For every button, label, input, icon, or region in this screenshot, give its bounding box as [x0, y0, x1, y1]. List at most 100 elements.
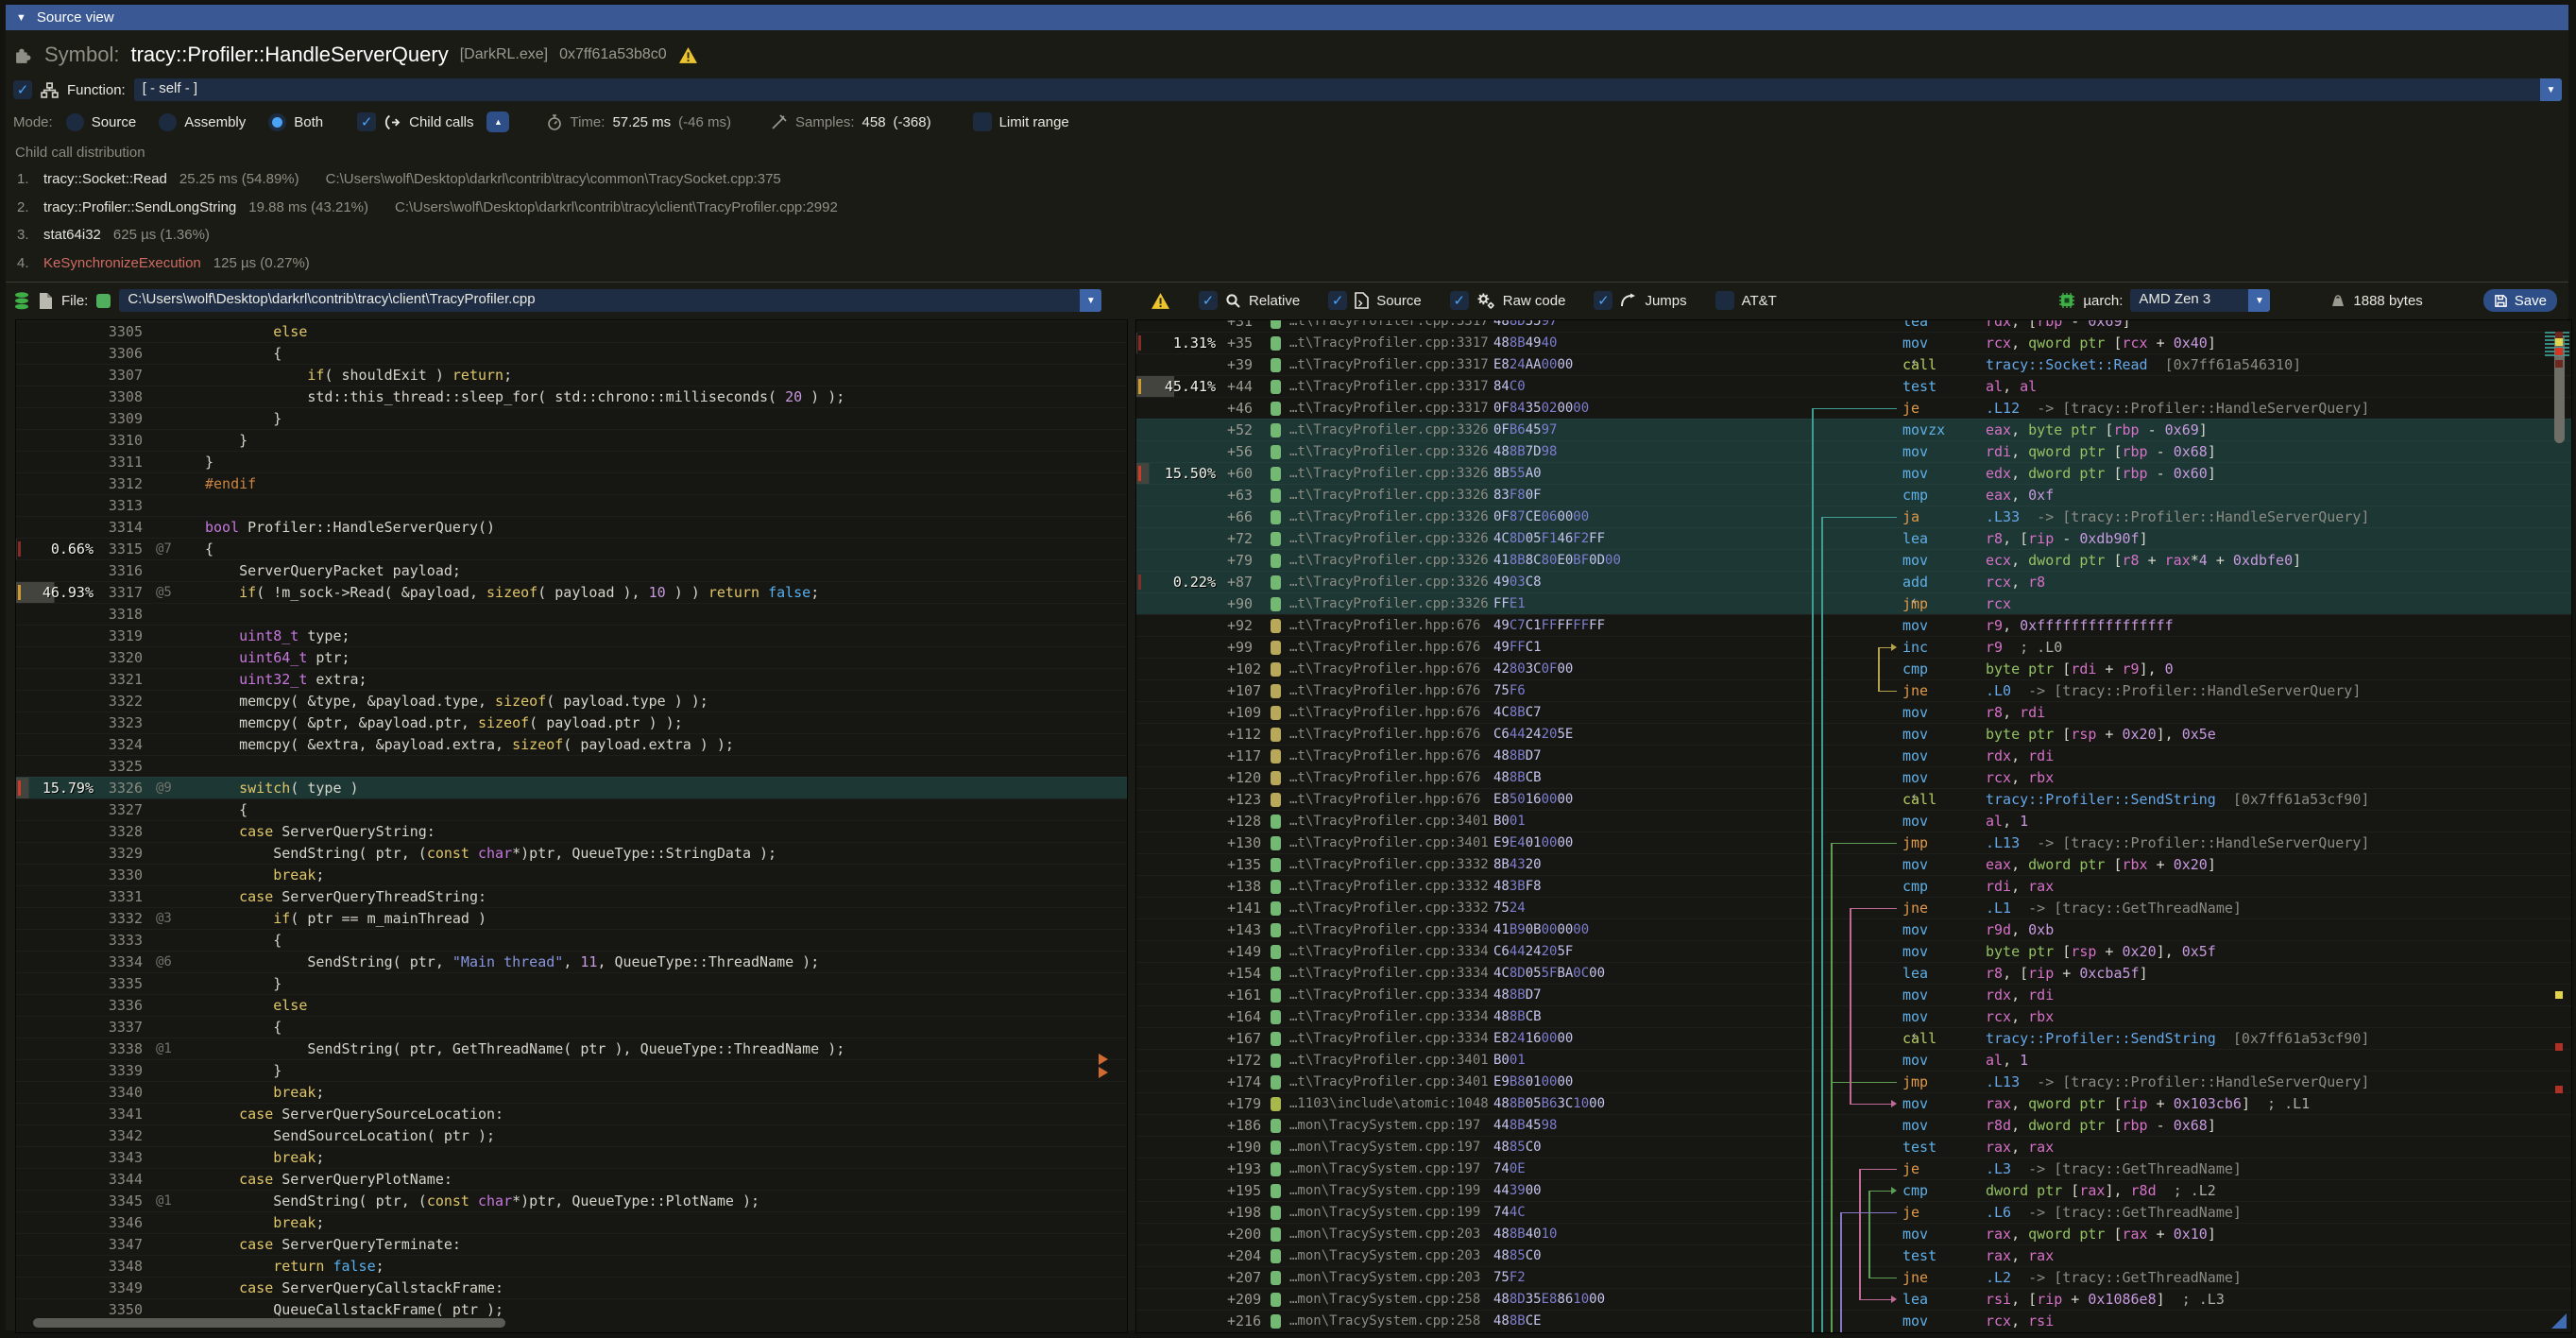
- source-line[interactable]: 3307 if( shouldExit ) return;: [16, 364, 1127, 386]
- checkbox[interactable]: [1594, 291, 1612, 310]
- asm-row[interactable]: +209…mon\TracySystem.cpp:258488D35E88610…: [1136, 1288, 2571, 1310]
- asm-source-location[interactable]: …t\TracyProfiler.cpp:3332: [1289, 901, 1493, 916]
- function-select[interactable]: [ - self - ] ▼: [134, 78, 2562, 101]
- source-line[interactable]: 3334@6 SendString( ptr, "Main thread", 1…: [16, 951, 1127, 972]
- source-line[interactable]: 3330 break;: [16, 864, 1127, 885]
- source-line[interactable]: 3336 else: [16, 994, 1127, 1016]
- asm-source-location[interactable]: …mon\TracySystem.cpp:199: [1289, 1205, 1493, 1220]
- asm-row[interactable]: 15.50%+60…t\TracyProfiler.cpp:33268B55A0…: [1136, 462, 2571, 484]
- asm-source-location[interactable]: …t\TracyProfiler.cpp:3326: [1289, 596, 1493, 611]
- asm-source-location[interactable]: …mon\TracySystem.cpp:197: [1289, 1161, 1493, 1176]
- child-calls-checkbox[interactable]: [357, 112, 376, 131]
- uarch-select[interactable]: AMD Zen 3 ▼: [2130, 289, 2270, 312]
- asm-row[interactable]: +195…mon\TracySystem.cpp:199443900cmpdwo…: [1136, 1179, 2571, 1201]
- source-line[interactable]: 3348 return false;: [16, 1255, 1127, 1277]
- asm-row[interactable]: +72…t\TracyProfiler.cpp:33264C8D05F146F2…: [1136, 527, 2571, 549]
- asm-source-location[interactable]: …t\TracyProfiler.hpp:676: [1289, 661, 1493, 677]
- asm-source-location[interactable]: …t\TracyProfiler.cpp:3401: [1289, 814, 1493, 829]
- asm-row[interactable]: +90…t\TracyProfiler.cpp:3326FFE1‹jmprcx: [1136, 592, 2571, 614]
- asm-row[interactable]: +161…t\TracyProfiler.cpp:3334488BD7movrd…: [1136, 984, 2571, 1005]
- asm-row[interactable]: +135…t\TracyProfiler.cpp:33328B4320movea…: [1136, 853, 2571, 875]
- asm-row[interactable]: +39…t\TracyProfiler.cpp:3317E824AA0000‹c…: [1136, 353, 2571, 375]
- source-line[interactable]: 3347 case ServerQueryTerminate:: [16, 1233, 1127, 1255]
- asm-source-location[interactable]: …mon\TracySystem.cpp:203: [1289, 1226, 1493, 1242]
- asm-source-location[interactable]: …t\TracyProfiler.cpp:3326: [1289, 466, 1493, 481]
- source-line[interactable]: 3325: [16, 755, 1127, 777]
- asm-row[interactable]: +143…t\TracyProfiler.cpp:333441B90B00000…: [1136, 918, 2571, 940]
- chevron-down-icon[interactable]: ▼: [1080, 289, 1101, 312]
- source-line[interactable]: 3338@1 SendString( ptr, GetThreadName( p…: [16, 1038, 1127, 1059]
- child-call-item[interactable]: 4.KeSynchronizeExecution125 µs (0.27%): [17, 255, 310, 271]
- toolbar-toggle-raw-code[interactable]: Raw code: [1450, 291, 1566, 310]
- toolbar-toggle-jumps[interactable]: Jumps: [1594, 291, 1686, 310]
- source-line[interactable]: 3313: [16, 494, 1127, 516]
- asm-source-location[interactable]: …1103\include\atomic:1048: [1289, 1096, 1493, 1111]
- assembly-pane[interactable]: +31…t\TracyProfiler.cpp:3317488D5597lear…: [1135, 319, 2572, 1333]
- asm-row[interactable]: +154…t\TracyProfiler.cpp:33344C8D055FBA0…: [1136, 962, 2571, 984]
- asm-row[interactable]: +130…t\TracyProfiler.cpp:3401E9E4010000j…: [1136, 832, 2571, 853]
- checkbox[interactable]: [1715, 291, 1734, 310]
- chevron-down-icon[interactable]: ▼: [2540, 78, 2562, 101]
- asm-row[interactable]: +117…t\TracyProfiler.hpp:676488BD7movrdx…: [1136, 745, 2571, 766]
- source-line[interactable]: 3350 QueueCallstackFrame( ptr );: [16, 1298, 1127, 1320]
- asm-row[interactable]: +79…t\TracyProfiler.cpp:3326418B8C80E0BF…: [1136, 549, 2571, 571]
- source-line[interactable]: 3322 memcpy( &type, &payload.type, sizeo…: [16, 690, 1127, 712]
- asm-source-location[interactable]: …mon\TracySystem.cpp:197: [1289, 1118, 1493, 1133]
- asm-source-location[interactable]: …mon\TracySystem.cpp:258: [1289, 1292, 1493, 1307]
- asm-row[interactable]: +46…t\TracyProfiler.cpp:33170F8435020000…: [1136, 397, 2571, 419]
- mode-radio-source[interactable]: Source: [66, 113, 137, 131]
- asm-row[interactable]: +190…mon\TracySystem.cpp:1974885C0testra…: [1136, 1136, 2571, 1158]
- database-icon[interactable]: [13, 291, 30, 311]
- source-line[interactable]: 3319 uint8_t type;: [16, 625, 1127, 646]
- asm-source-location[interactable]: …t\TracyProfiler.cpp:3401: [1289, 1074, 1493, 1089]
- file-select[interactable]: C:\Users\wolf\Desktop\darkrl\contrib\tra…: [119, 289, 1101, 312]
- asm-row[interactable]: +107…t\TracyProfiler.hpp:67675F6jne.L0 -…: [1136, 679, 2571, 701]
- asm-row[interactable]: +204…mon\TracySystem.cpp:2034885C0testra…: [1136, 1244, 2571, 1266]
- asm-source-location[interactable]: …t\TracyProfiler.cpp:3326: [1289, 553, 1493, 568]
- asm-row[interactable]: +200…mon\TracySystem.cpp:203488B4010movr…: [1136, 1223, 2571, 1244]
- asm-source-location[interactable]: …t\TracyProfiler.cpp:3317: [1289, 379, 1493, 394]
- radio-icon[interactable]: [66, 113, 84, 131]
- limit-range-checkbox[interactable]: [973, 112, 992, 131]
- asm-source-location[interactable]: …t\TracyProfiler.cpp:3401: [1289, 1053, 1493, 1068]
- asm-row[interactable]: +63…t\TracyProfiler.cpp:332683F80Fcmpeax…: [1136, 484, 2571, 506]
- asm-row[interactable]: +207…mon\TracySystem.cpp:20375F2jne.L2 -…: [1136, 1266, 2571, 1288]
- asm-row[interactable]: +31…t\TracyProfiler.cpp:3317488D5597lear…: [1136, 319, 2571, 332]
- asm-row[interactable]: +120…t\TracyProfiler.hpp:676488BCBmovrcx…: [1136, 766, 2571, 788]
- asm-row[interactable]: 45.41%+44…t\TracyProfiler.cpp:331784C0te…: [1136, 375, 2571, 397]
- asm-row[interactable]: +167…t\TracyProfiler.cpp:3334E824160000‹…: [1136, 1027, 2571, 1049]
- asm-row[interactable]: +138…t\TracyProfiler.cpp:3332483BF8cmprd…: [1136, 875, 2571, 897]
- asm-source-location[interactable]: …t\TracyProfiler.cpp:3326: [1289, 488, 1493, 503]
- source-line[interactable]: 3342 SendSourceLocation( ptr );: [16, 1124, 1127, 1146]
- child-call-item[interactable]: 1.tracy::Socket::Read25.25 ms (54.89%)C:…: [17, 171, 781, 187]
- asm-source-location[interactable]: …t\TracyProfiler.cpp:3326: [1289, 444, 1493, 459]
- limit-range-toggle[interactable]: Limit range: [973, 112, 1069, 131]
- source-line[interactable]: 3345@1 SendString( ptr, (const char*)ptr…: [16, 1190, 1127, 1211]
- collapse-triangle-icon[interactable]: ▼: [16, 12, 26, 24]
- source-line[interactable]: 3324 memcpy( &extra, &payload.extra, siz…: [16, 733, 1127, 755]
- asm-row[interactable]: +172…t\TracyProfiler.cpp:3401B001moval, …: [1136, 1049, 2571, 1071]
- source-line[interactable]: 3341 case ServerQuerySourceLocation:: [16, 1103, 1127, 1124]
- asm-source-location[interactable]: …t\TracyProfiler.cpp:3326: [1289, 531, 1493, 546]
- asm-source-location[interactable]: …mon\TracySystem.cpp:258: [1289, 1313, 1493, 1329]
- radio-icon[interactable]: [159, 113, 177, 131]
- source-pane[interactable]: 3305 else3306 {3307 if( shouldExit ) ret…: [15, 319, 1128, 1333]
- radio-icon[interactable]: [268, 113, 286, 131]
- source-line[interactable]: 3308 std::this_thread::sleep_for( std::c…: [16, 386, 1127, 407]
- asm-source-location[interactable]: …mon\TracySystem.cpp:203: [1289, 1270, 1493, 1285]
- source-line[interactable]: 3309 }: [16, 407, 1127, 429]
- source-line[interactable]: 3329 SendString( ptr, (const char*)ptr, …: [16, 842, 1127, 864]
- source-line[interactable]: 3344 case ServerQueryPlotName:: [16, 1168, 1127, 1190]
- source-line[interactable]: 3314bool Profiler::HandleServerQuery(): [16, 516, 1127, 538]
- asm-source-location[interactable]: …t\TracyProfiler.cpp:3334: [1289, 1009, 1493, 1024]
- source-line[interactable]: 3328 case ServerQueryString:: [16, 820, 1127, 842]
- asm-row[interactable]: +109…t\TracyProfiler.hpp:6764C8BC7movr8,…: [1136, 701, 2571, 723]
- asm-source-location[interactable]: …t\TracyProfiler.cpp:3317: [1289, 357, 1493, 372]
- asm-row[interactable]: +56…t\TracyProfiler.cpp:3326488B7D98movr…: [1136, 440, 2571, 462]
- source-line[interactable]: 3337 {: [16, 1016, 1127, 1038]
- checkbox[interactable]: [1450, 291, 1469, 310]
- asm-source-location[interactable]: …mon\TracySystem.cpp:203: [1289, 1248, 1493, 1263]
- asm-row[interactable]: +141…t\TracyProfiler.cpp:33327524jne.L1 …: [1136, 897, 2571, 918]
- source-line[interactable]: 3323 memcpy( &ptr, &payload.ptr, sizeof(…: [16, 712, 1127, 733]
- asm-row[interactable]: +186…mon\TracySystem.cpp:197448B4598movr…: [1136, 1114, 2571, 1136]
